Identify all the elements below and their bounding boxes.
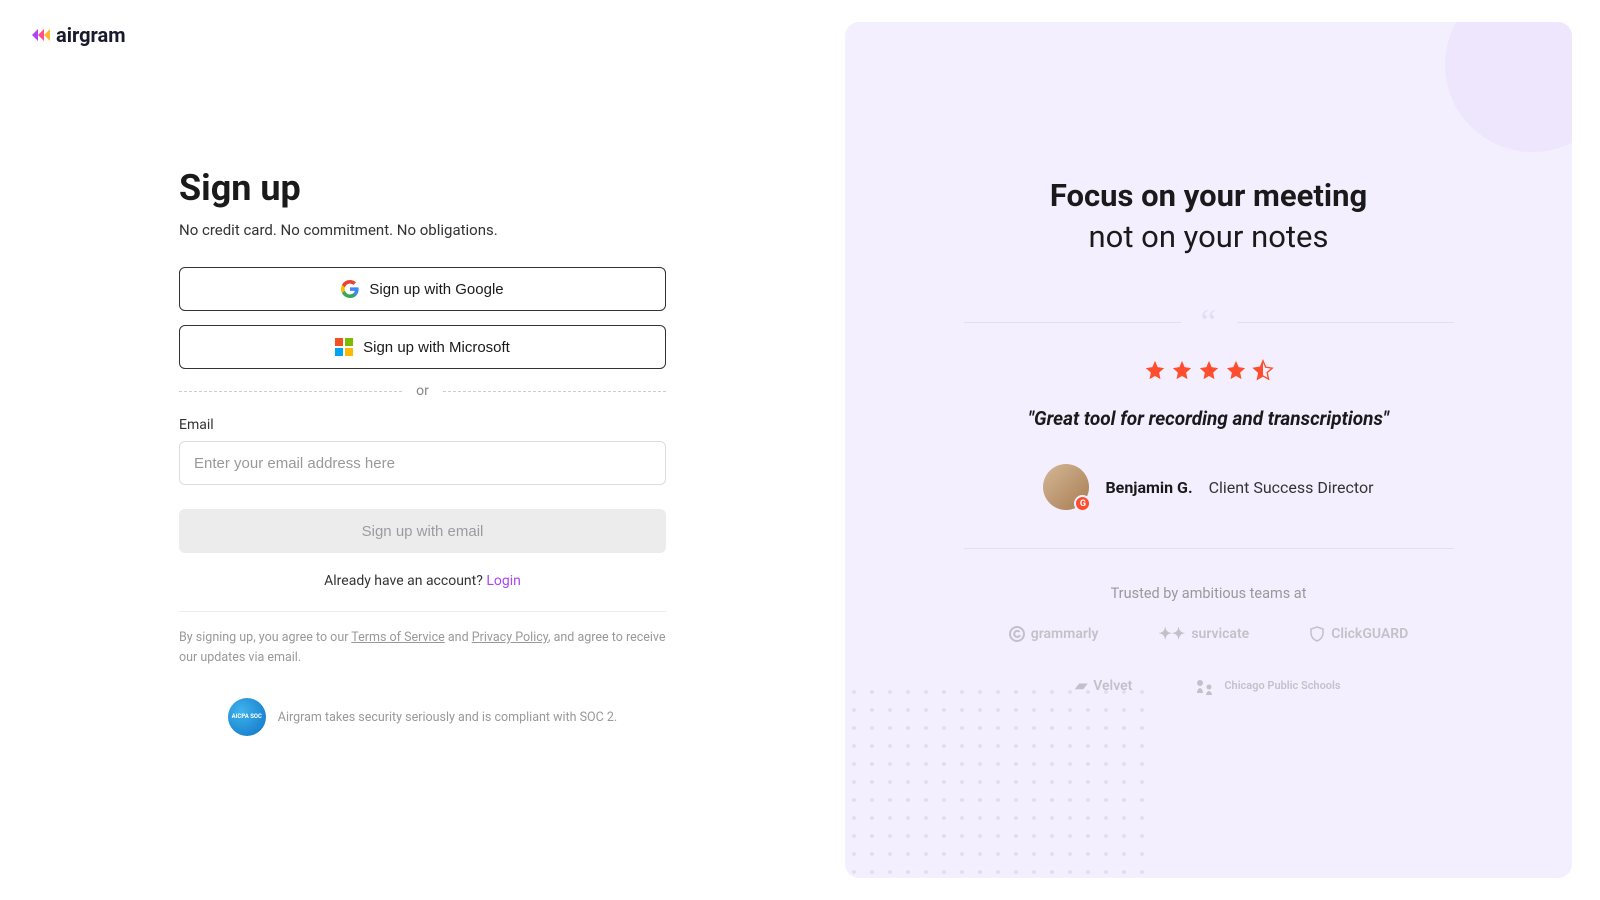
divider-text: or [416,383,429,399]
hero-heading-light: not on your notes [1089,218,1329,255]
legal-mid: and [445,630,472,645]
testimonial-quote: "Great tool for recording and transcript… [1028,407,1389,430]
divider: or [179,383,666,399]
avatar: G [1043,464,1089,510]
client-logo-label: grammarly [1031,626,1099,642]
client-logo-survicate: ✦✦survicate [1159,624,1250,643]
client-logo-label: Chicago Public Schools [1224,680,1340,692]
brand-logo: airgram [30,23,815,47]
google-icon [341,280,359,298]
author-role: Client Success Director [1209,478,1374,497]
star-half-icon [1252,359,1274,381]
brand-wordmark: airgram [56,23,126,47]
google-button-label: Sign up with Google [369,281,503,298]
legal-divider [179,611,666,612]
signup-google-button[interactable]: Sign up with Google [179,267,666,311]
hero-panel: Focus on your meeting not on your notes … [845,22,1572,878]
divider-line-left [179,391,402,392]
star-rating [1144,359,1274,381]
legal-text: By signing up, you agree to our Terms of… [179,628,666,668]
legal-prefix: By signing up, you agree to our [179,630,351,645]
client-logo-clickguard: ClickGUARD [1309,624,1408,643]
soc2-text: Airgram takes security seriously and is … [278,710,617,725]
microsoft-icon [335,338,353,356]
brand-logo-icon [30,25,50,45]
testimonial-divider [964,548,1454,549]
email-label: Email [179,417,666,433]
microsoft-button-label: Sign up with Microsoft [363,339,510,356]
star-icon [1144,359,1166,381]
star-icon [1198,359,1220,381]
login-link[interactable]: Login [486,573,521,589]
signup-microsoft-button[interactable]: Sign up with Microsoft [179,325,666,369]
login-prompt: Already have an account? Login [179,573,666,589]
client-logo-label: ClickGUARD [1331,626,1408,642]
signup-email-button[interactable]: Sign up with email [179,509,666,553]
client-logo-label: Velvet [1093,678,1132,694]
star-icon [1225,359,1247,381]
soc2-badge-icon: AICPA SOC [228,698,266,736]
quote-line-right [1237,322,1454,323]
author-name: Benjamin G. [1105,478,1192,497]
testimonial-author: G Benjamin G. Client Success Director [1043,464,1373,510]
client-logo-grammarly: grammarly [1009,624,1099,643]
email-field[interactable] [179,441,666,485]
privacy-link[interactable]: Privacy Policy [472,630,548,645]
soc2-row: AICPA SOC Airgram takes security serious… [179,698,666,736]
decoration-circle [1445,22,1572,152]
terms-link[interactable]: Terms of Service [351,630,444,645]
star-icon [1171,359,1193,381]
quote-mark-icon: “ [1201,313,1217,331]
client-logo-cps: Chicago Public Schools [1192,673,1340,699]
page-subtitle: No credit card. No commitment. No obliga… [179,221,666,239]
hero-heading-bold: Focus on your meeting [1050,177,1367,214]
client-logo-velvet: ▰Velvet [1076,673,1132,699]
divider-line-right [443,391,666,392]
quote-divider: “ [964,313,1454,331]
page-title: Sign up [179,167,666,209]
avatar-badge-icon: G [1074,495,1091,512]
trusted-label: Trusted by ambitious teams at [1111,585,1307,602]
quote-line-left [964,322,1181,323]
client-logo-label: survicate [1191,626,1249,642]
decoration-dots [845,683,1155,878]
signup-form: Sign up No credit card. No commitment. N… [179,167,666,736]
login-prompt-text: Already have an account? [324,573,486,589]
signup-panel: airgram Sign up No credit card. No commi… [0,0,845,900]
